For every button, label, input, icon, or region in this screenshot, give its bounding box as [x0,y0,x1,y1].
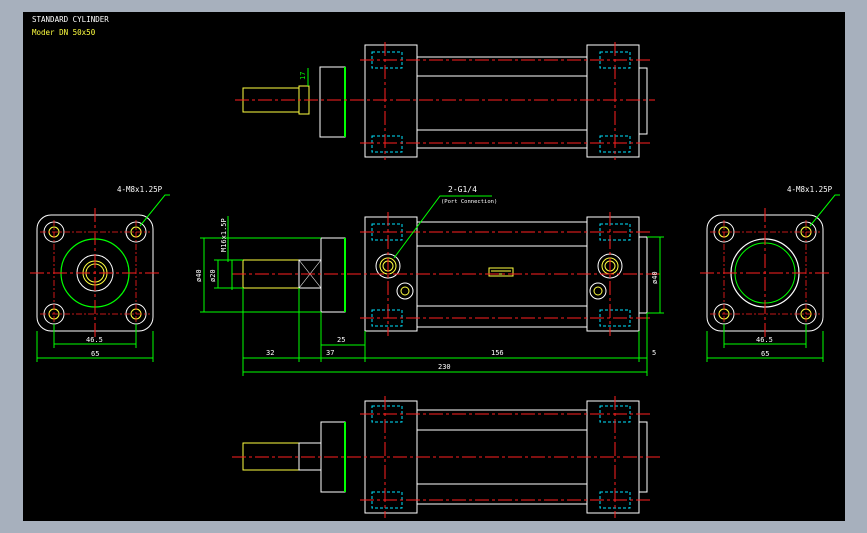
dim-phi20: ø20 [209,269,217,282]
dim-230: 230 [438,363,451,371]
dim-thread-m16: M16x1.5P [220,218,228,252]
right-dim-65: 65 [761,350,769,358]
top-rear-head [586,44,640,158]
top-dim-17: 17 [299,72,307,80]
mid-port-circle [593,286,603,296]
brand-logo [488,267,514,277]
dim-156: 156 [491,349,504,357]
app-frame: STANDARD CYLINDER Moder DN 50x50 17 2-G1… [0,0,867,533]
top-front-cover [319,66,346,138]
dim-32: 32 [266,349,274,357]
dim-phi40-right: ø40 [651,271,659,284]
drawing-title: STANDARD CYLINDER [32,15,109,24]
left-end-view: 4-M8x1.25P 46.5 65 [30,185,170,362]
bottom-view [232,396,660,518]
dim-37: 37 [326,349,334,357]
right-thread-leader [809,194,840,227]
right-dim-46-5: 46.5 [756,336,773,344]
cad-drawing: STANDARD CYLINDER Moder DN 50x50 17 2-G1… [30,15,840,518]
model-label: Moder DN 50x50 [32,28,96,37]
mid-front-cover [320,237,346,313]
dim-5: 5 [652,349,656,357]
mid-port-circle [589,282,607,300]
port-note: (Port Connection) [441,199,497,205]
mid-port-circle [400,286,410,296]
mid-port-circle [396,282,414,300]
left-thread-label: 4-M8x1.25P [117,185,163,194]
top-front-head [364,44,418,158]
dim-25: 25 [337,336,345,344]
mid-rear-cap [638,236,648,314]
top-hidden-bolt [371,135,403,153]
middle-view: 2-G1/4 (Port Connection) M16x1.5P ø40 ø2… [195,185,664,376]
port-label: 2-G1/4 [448,185,477,194]
left-thread-leader [139,194,170,227]
top-rear-cap [638,67,648,135]
dim-phi40: ø40 [195,269,203,282]
port-leader [393,195,492,259]
top-view: 17 [235,42,655,160]
left-dim-46-5: 46.5 [86,336,103,344]
right-end-view: 4-M8x1.25P 46.5 65 [700,185,840,362]
right-thread-label: 4-M8x1.25P [787,185,833,194]
left-dim-65: 65 [91,350,99,358]
